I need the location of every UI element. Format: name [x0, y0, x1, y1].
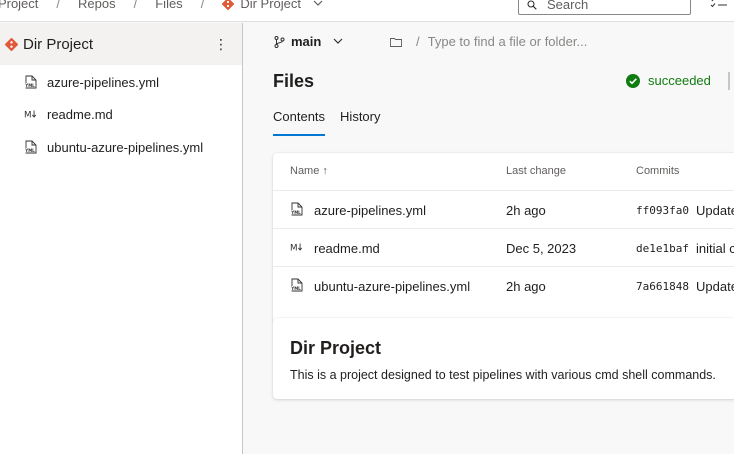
folder-icon: [390, 37, 402, 47]
commit-message: initial c: [696, 241, 734, 256]
svg-text:YML: YML: [25, 148, 35, 153]
last-change: 2h ago: [506, 279, 546, 294]
toolbar-divider: [728, 72, 730, 90]
commit-id-link[interactable]: de1e1baf: [636, 242, 689, 255]
build-status-text: succeeded: [648, 73, 711, 88]
svg-text:YML: YML: [291, 210, 301, 215]
branch-selector[interactable]: main: [274, 34, 343, 49]
readme-text: This is a project designed to test pipel…: [290, 368, 716, 382]
page-title: Files: [273, 71, 315, 91]
breadcrumb-separator: /: [200, 0, 205, 11]
commit-message: Update: [696, 203, 734, 218]
table-row[interactable]: YML azure-pipelines.yml 2h ago ff093fa0 …: [273, 191, 734, 229]
git-repo-icon: [222, 0, 235, 10]
files-tabs: Contents History: [273, 109, 396, 136]
build-status-badge[interactable]: succeeded: [626, 73, 711, 88]
tree-item-label: azure-pipelines.yml: [47, 74, 159, 90]
column-last-change-header[interactable]: Last change: [506, 165, 566, 177]
yml-file-icon: YML: [290, 202, 304, 216]
path-separator: /: [416, 34, 420, 49]
branch-name: main: [291, 34, 322, 49]
checklist-icon[interactable]: [710, 0, 728, 10]
readme-title: Dir Project: [290, 338, 382, 358]
search-icon: [527, 0, 537, 10]
commit-message: Update: [696, 279, 734, 294]
chevron-down-icon[interactable]: [313, 0, 323, 7]
yml-file-icon: YML: [290, 278, 304, 292]
breadcrumb-project[interactable]: r Project: [0, 0, 38, 11]
markdown-file-icon: M: [24, 107, 38, 121]
svg-text:M: M: [24, 111, 32, 121]
top-bar: r Project / Repos / Files / Dir Project: [0, 0, 734, 22]
file-name-link[interactable]: azure-pipelines.yml: [314, 203, 426, 218]
tree-item[interactable]: M readme.md: [0, 98, 243, 130]
more-options-icon[interactable]: ⋮: [214, 36, 228, 52]
column-commits-header[interactable]: Commits: [636, 165, 679, 177]
breadcrumb-repo[interactable]: Dir Project: [240, 0, 301, 11]
table-row[interactable]: M readme.md Dec 5, 2023 de1e1baf initial…: [273, 229, 734, 267]
svg-text:M: M: [290, 244, 298, 254]
search-input[interactable]: [547, 0, 677, 12]
check-circle-icon: [626, 73, 640, 88]
branch-icon: [274, 35, 285, 48]
file-name-link[interactable]: readme.md: [314, 241, 380, 256]
tree-item[interactable]: YML azure-pipelines.yml: [0, 66, 243, 98]
svg-text:YML: YML: [291, 286, 301, 291]
markdown-file-icon: M: [290, 240, 304, 254]
git-repo-icon: [5, 37, 18, 51]
path-finder: /: [390, 34, 598, 49]
yml-file-icon: YML: [24, 75, 38, 89]
tree-item-label: ubuntu-azure-pipelines.yml: [47, 139, 204, 155]
tree-item[interactable]: YML ubuntu-azure-pipelines.yml: [0, 131, 243, 163]
breadcrumb-separator: /: [56, 0, 61, 11]
readme-card: Dir Project This is a project designed t…: [273, 318, 734, 399]
path-search-input[interactable]: [427, 34, 598, 49]
breadcrumb-files[interactable]: Files: [155, 0, 182, 11]
file-tree-header: Dir Project ⋮: [0, 23, 242, 65]
table-header: Name ↑ Last change Commits: [273, 153, 734, 191]
files-table: Name ↑ Last change Commits YML azure-pip…: [273, 153, 734, 323]
tab-contents[interactable]: Contents: [273, 109, 326, 136]
last-change: Dec 5, 2023: [506, 241, 577, 256]
column-name-header[interactable]: Name ↑: [290, 165, 328, 177]
chevron-down-icon: [333, 38, 343, 44]
repo-title[interactable]: Dir Project: [23, 36, 93, 53]
tree-item-label: readme.md: [47, 106, 113, 122]
table-row[interactable]: YML ubuntu-azure-pipelines.yml 2h ago 7a…: [273, 267, 734, 305]
tab-history[interactable]: History: [340, 109, 380, 136]
file-name-link[interactable]: ubuntu-azure-pipelines.yml: [314, 279, 470, 294]
commit-id-link[interactable]: ff093fa0: [636, 204, 689, 217]
file-tree-panel: Dir Project ⋮ YML azure-pipelines.yml M …: [0, 23, 243, 454]
main-content: main / Files succeeded Contents History …: [244, 23, 734, 454]
svg-text:YML: YML: [25, 83, 35, 88]
breadcrumb-separator: /: [133, 0, 138, 11]
last-change: 2h ago: [506, 203, 546, 218]
search-box[interactable]: [518, 0, 691, 15]
commit-id-link[interactable]: 7a661848: [636, 280, 689, 293]
breadcrumb-repos[interactable]: Repos: [78, 0, 116, 11]
breadcrumb: r Project / Repos / Files / Dir Project: [0, 0, 323, 11]
yml-file-icon: YML: [24, 140, 38, 154]
